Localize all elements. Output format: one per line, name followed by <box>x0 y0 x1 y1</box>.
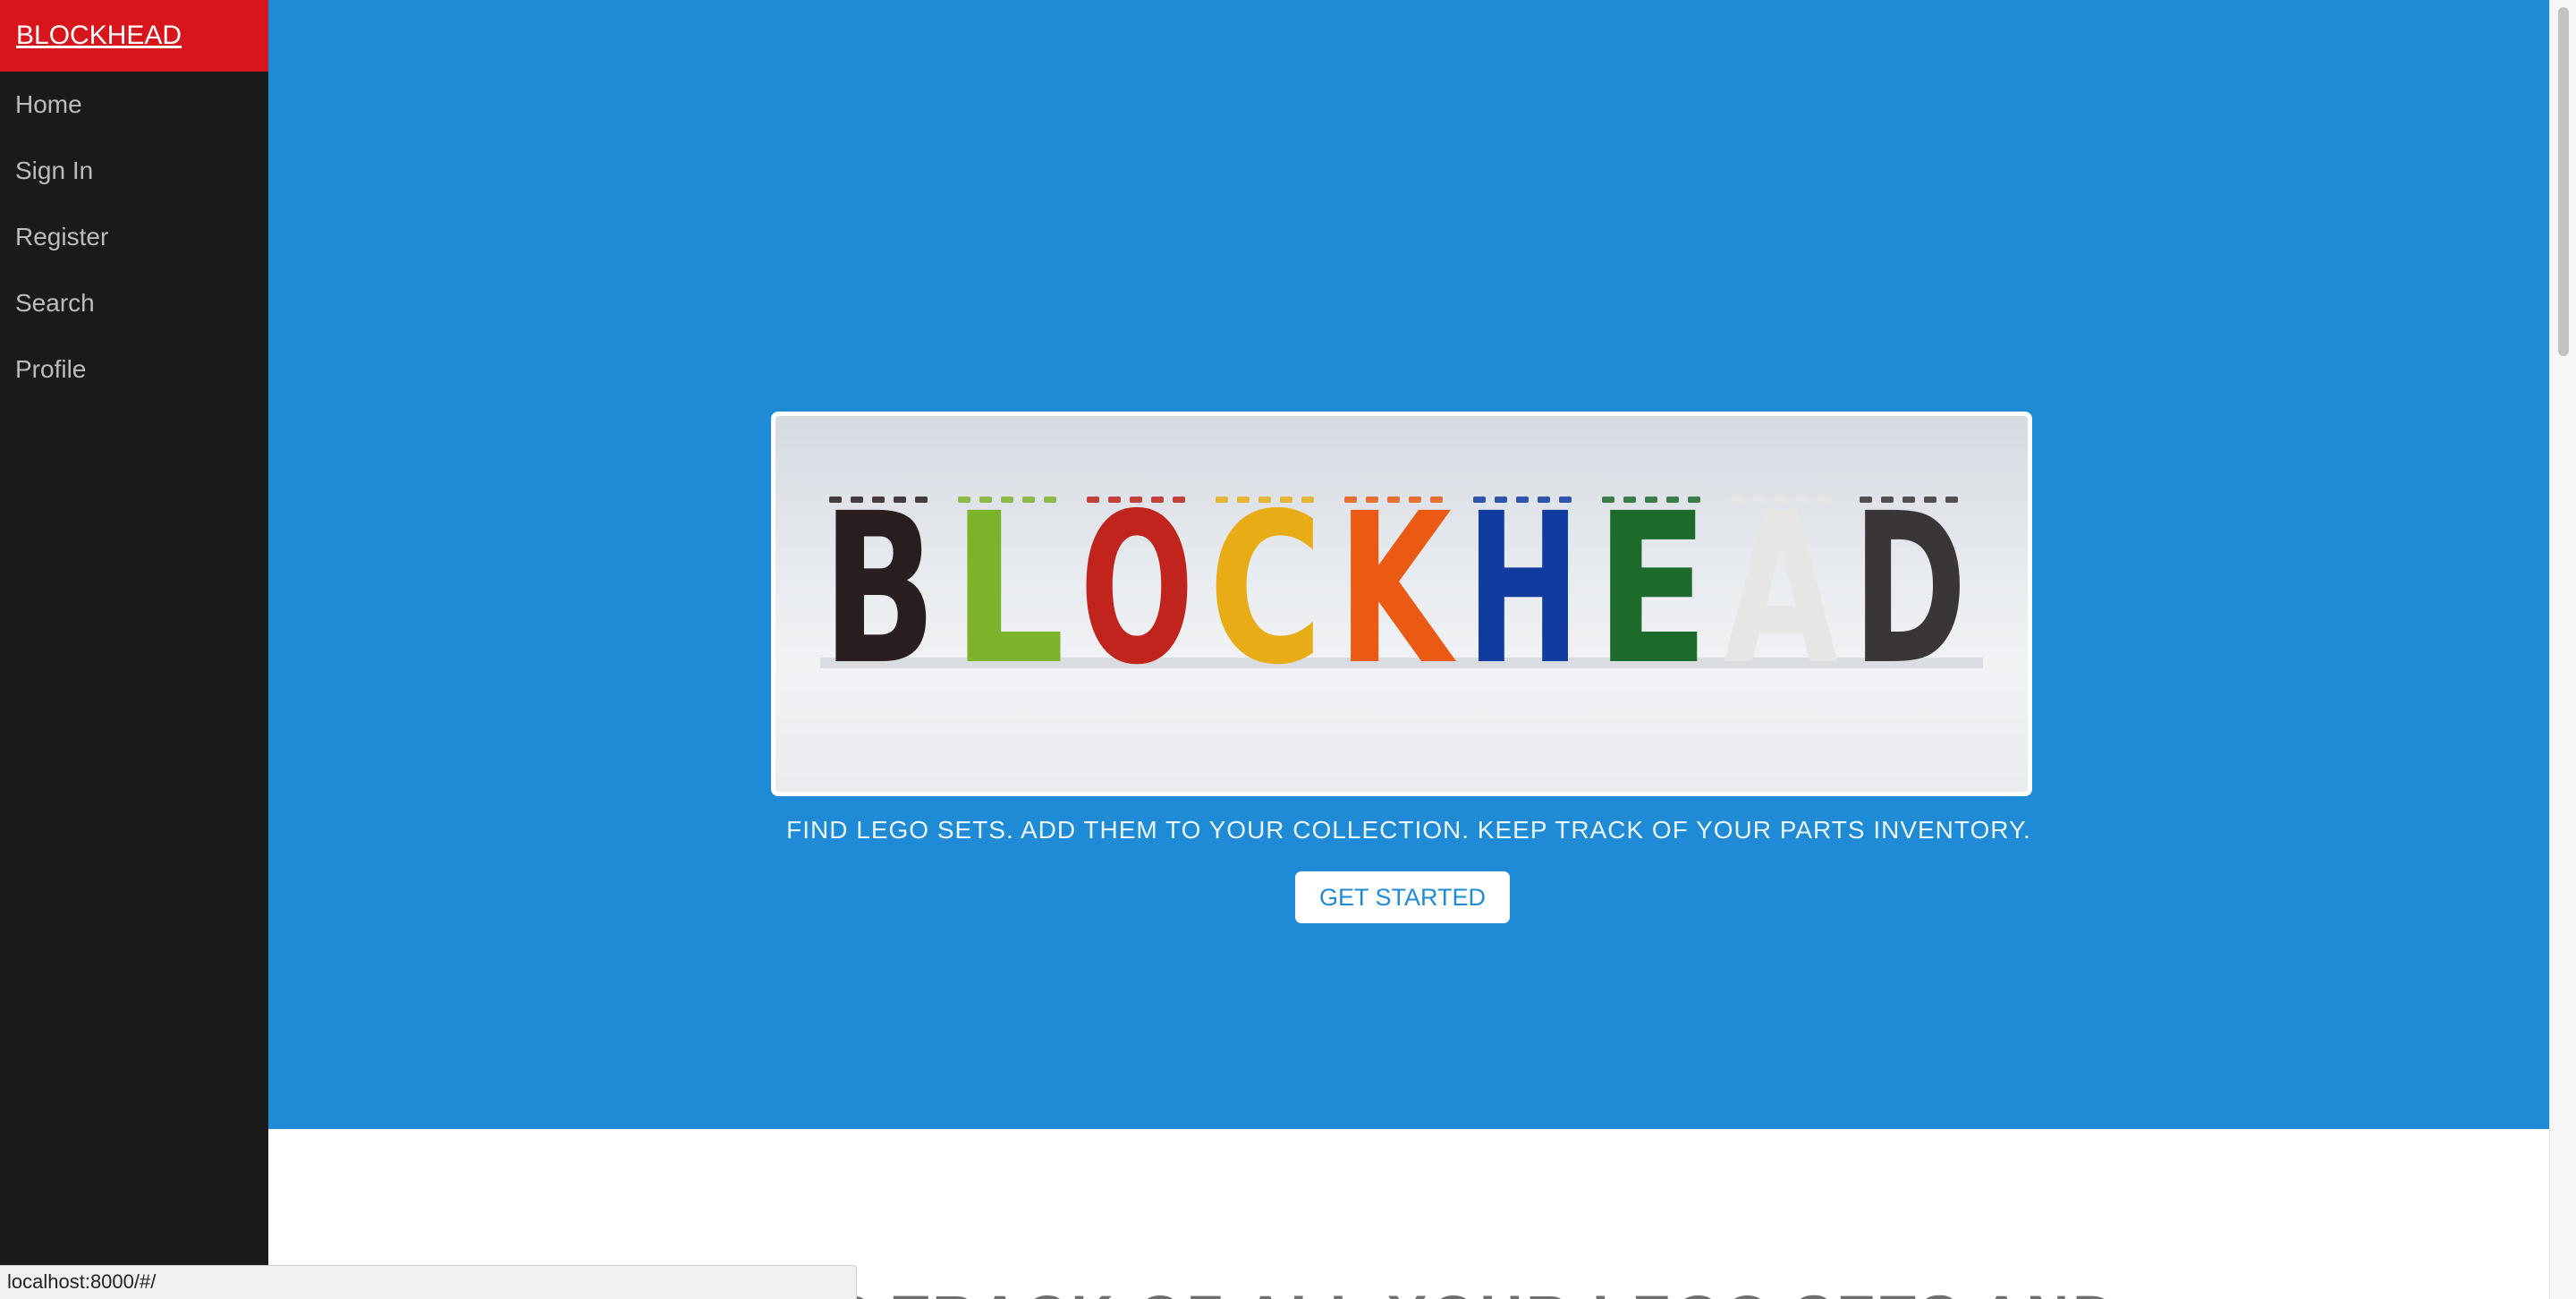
lego-stud <box>1216 497 1228 503</box>
sidebar-item-search[interactable]: Search <box>0 270 268 336</box>
lego-stud <box>1538 497 1550 503</box>
lego-stud <box>1366 497 1378 503</box>
table-reflection <box>775 671 2028 792</box>
lego-stud <box>958 497 970 503</box>
lego-stud <box>829 497 842 503</box>
lego-stud <box>1280 497 1292 503</box>
lego-stud <box>1559 497 1572 503</box>
sidebar: BLOCKHEAD Home Sign In Register Search P… <box>0 0 268 1299</box>
lego-stud <box>1752 497 1765 503</box>
lego-stud <box>915 497 928 503</box>
lego-stud <box>1902 497 1915 503</box>
lego-stud <box>1860 497 1872 503</box>
lego-stud <box>1817 497 1829 503</box>
lego-letters-logo: BLOCKHEAD <box>775 469 2028 792</box>
lego-stud <box>1945 497 1958 503</box>
sidebar-item-sign-in[interactable]: Sign In <box>0 138 268 204</box>
lego-stud <box>1409 497 1421 503</box>
lego-stud <box>1108 497 1121 503</box>
lego-stud <box>1602 497 1614 503</box>
lego-stud <box>1881 497 1894 503</box>
lego-stud <box>1516 497 1529 503</box>
lego-stud <box>894 497 906 503</box>
lego-stud <box>1495 497 1507 503</box>
lego-stud <box>872 497 885 503</box>
lego-stud <box>1151 497 1164 503</box>
lego-stud <box>1344 497 1357 503</box>
lego-stud <box>1473 497 1486 503</box>
lego-stud <box>1301 497 1314 503</box>
hero-tagline: FIND LEGO SETS. ADD THEM TO YOUR COLLECT… <box>786 816 2031 844</box>
lego-stud <box>1924 497 1936 503</box>
hero-section: BLOCKHEAD FIND LEGO SETS. ADD THEM TO YO… <box>268 0 2549 1129</box>
main-content: BLOCKHEAD FIND LEGO SETS. ADD THEM TO YO… <box>268 0 2549 1299</box>
page-scrollbar[interactable] <box>2549 0 2576 1299</box>
lego-stud <box>1430 497 1443 503</box>
lego-stud <box>1173 497 1185 503</box>
scrollbar-thumb[interactable] <box>2558 7 2569 356</box>
sidebar-item-register[interactable]: Register <box>0 204 268 270</box>
lego-stud <box>1237 497 1250 503</box>
lego-stud <box>851 497 863 503</box>
lego-stud <box>1130 497 1142 503</box>
lego-stud <box>1795 497 1808 503</box>
brand-link[interactable]: BLOCKHEAD <box>0 0 268 72</box>
banner-photo: BLOCKHEAD <box>775 416 2028 792</box>
lego-stud <box>1022 497 1035 503</box>
sidebar-item-home[interactable]: Home <box>0 72 268 138</box>
lego-stud <box>1001 497 1013 503</box>
lego-stud <box>1044 497 1056 503</box>
lego-stud <box>979 497 992 503</box>
hero-banner-image: BLOCKHEAD <box>771 412 2032 796</box>
lego-stud <box>1666 497 1679 503</box>
lego-stud <box>1774 497 1786 503</box>
lego-stud <box>1258 497 1271 503</box>
lego-stud <box>1731 497 1743 503</box>
lego-stud <box>1645 497 1657 503</box>
lego-stud <box>1087 497 1099 503</box>
lego-stud <box>1623 497 1636 503</box>
lego-stud <box>1688 497 1700 503</box>
status-bar-url: localhost:8000/#/ <box>0 1265 857 1299</box>
sidebar-item-profile[interactable]: Profile <box>0 336 268 403</box>
get-started-button[interactable]: GET STARTED <box>1295 871 1510 923</box>
lego-stud <box>1387 497 1400 503</box>
